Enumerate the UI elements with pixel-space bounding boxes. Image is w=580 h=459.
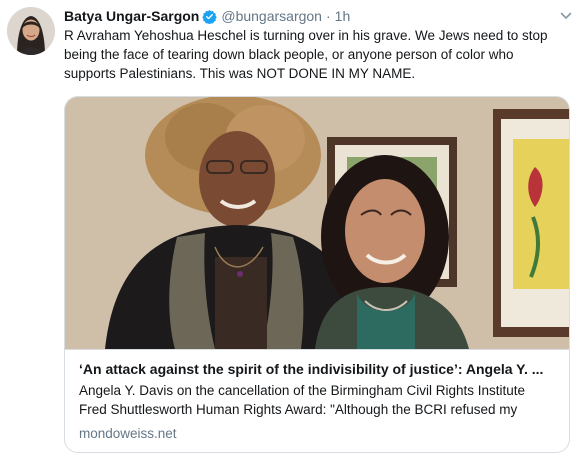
tweet-timestamp[interactable]: 1h — [335, 8, 351, 24]
card-domain[interactable]: mondoweiss.net — [79, 426, 177, 441]
card-title[interactable]: ‘An attack against the spirit of the ind… — [79, 360, 557, 379]
author-handle[interactable]: @bungarsargon — [221, 8, 322, 24]
card-description-line: Fred Shuttlesworth Human Rights Award: "… — [79, 402, 518, 417]
card-description-line: Angela Y. Davis on the cancellation of t… — [79, 383, 525, 398]
author-avatar[interactable] — [7, 7, 55, 55]
card-image[interactable] — [65, 97, 569, 349]
avatar-photo — [7, 7, 55, 55]
tweet[interactable]: Batya Ungar-Sargon @bungarsargon · 1h R … — [0, 0, 580, 459]
card-photo — [65, 97, 569, 349]
tweet-text-line: R Avraham Yehoshua Heschel is turning ov… — [64, 28, 548, 43]
separator-dot: · — [325, 8, 331, 24]
tweet-text: R Avraham Yehoshua Heschel is turning ov… — [64, 26, 570, 83]
link-preview-card[interactable]: ‘An attack against the spirit of the ind… — [64, 96, 570, 453]
chevron-down-icon[interactable] — [560, 9, 572, 21]
tweet-text-line: being the face of tearing down black peo… — [64, 47, 514, 62]
card-body[interactable]: ‘An attack against the spirit of the ind… — [65, 349, 569, 452]
tweet-text-line: supports Palestinians. This was NOT DONE… — [64, 66, 416, 81]
author-display-name[interactable]: Batya Ungar-Sargon — [64, 8, 199, 24]
tweet-header: Batya Ungar-Sargon @bungarsargon · 1h — [64, 6, 580, 26]
verified-badge-icon — [202, 9, 218, 24]
card-description: Angela Y. Davis on the cancellation of t… — [79, 381, 557, 419]
